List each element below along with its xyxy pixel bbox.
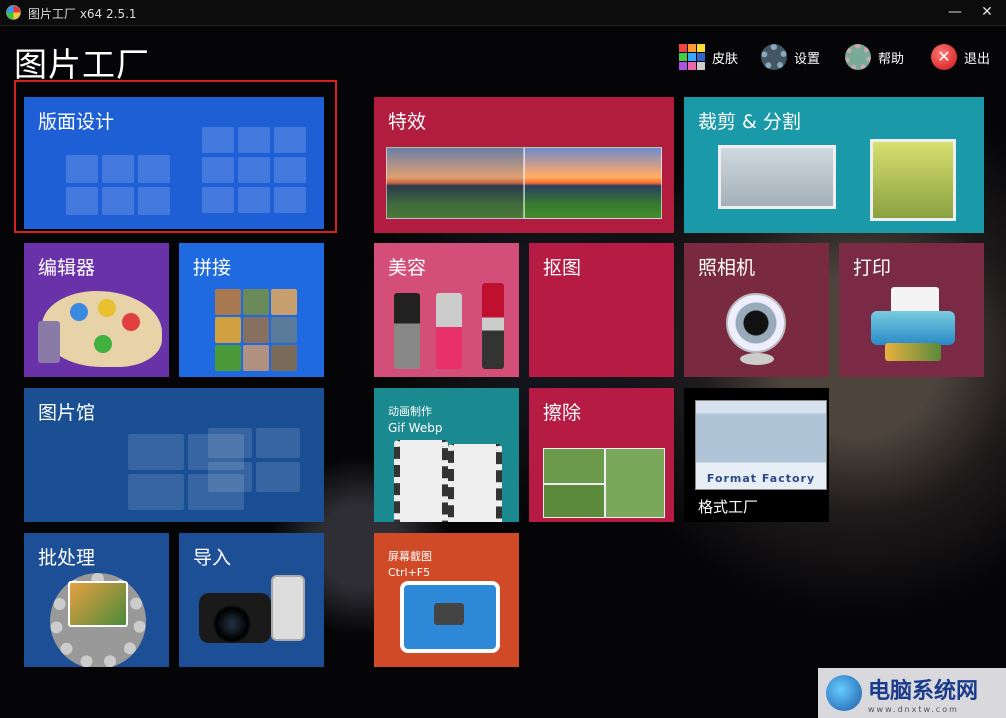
- tile-animation-label: 动画制作 Gif Webp: [388, 404, 442, 436]
- gear-icon: [760, 43, 788, 71]
- watermark: 电脑系统网 www.dnxtw.com: [818, 668, 1006, 718]
- tile-crop-split-label: 裁剪 & 分割: [698, 111, 801, 133]
- makeup-brush-icon: [394, 293, 420, 369]
- film-strip-left-icon: [394, 440, 448, 522]
- tile-animation-line1: 动画制作: [388, 405, 432, 418]
- deer-photo-1: [543, 448, 605, 484]
- tile-print-label: 打印: [853, 257, 892, 279]
- window-title: 图片工厂 x64 2.5.1: [28, 7, 137, 21]
- tile-erase-label: 擦除: [543, 402, 582, 424]
- lipstick-icon: [482, 283, 504, 369]
- tile-beauty-label: 美容: [388, 257, 427, 279]
- tile-effects[interactable]: 特效: [374, 97, 674, 233]
- gallery-ghost-right-icon: [208, 428, 300, 492]
- tile-gallery-label: 图片馆: [38, 402, 96, 424]
- settings-label: 设置: [794, 51, 821, 67]
- tile-gallery[interactable]: 图片馆: [24, 388, 324, 522]
- printer-icon: [871, 311, 955, 345]
- brush-cup-icon: [38, 321, 60, 363]
- tile-import[interactable]: 导入: [179, 533, 324, 667]
- tile-erase[interactable]: 擦除: [529, 388, 674, 522]
- tile-batch[interactable]: 批处理: [24, 533, 169, 667]
- watermark-logo-icon: [826, 675, 862, 711]
- nail-polish-icon: [436, 293, 462, 369]
- tile-cutout[interactable]: 抠图: [529, 243, 674, 377]
- tile-cutout-label: 抠图: [543, 257, 582, 279]
- tile-stitch-label: 拼接: [193, 257, 232, 279]
- watermark-url: www.dnxtw.com: [868, 704, 959, 714]
- exit-icon: ✕: [930, 43, 958, 71]
- exit-label: 退出: [964, 51, 991, 67]
- tile-screenshot-line1: 屏幕截图: [388, 550, 432, 563]
- printed-photo-icon: [885, 343, 941, 361]
- tile-camera-label: 照相机: [698, 257, 756, 279]
- tile-format-factory[interactable]: Format Factory 格式工厂: [684, 388, 829, 522]
- webcam-icon: [726, 293, 786, 353]
- tile-print[interactable]: 打印: [839, 243, 984, 377]
- tile-stitch[interactable]: 拼接: [179, 243, 324, 377]
- batch-photos-icon: [68, 581, 128, 627]
- film-strip-right-icon: [448, 444, 502, 522]
- animal-mosaic-icon: [215, 289, 297, 371]
- help-button[interactable]: 帮助: [844, 42, 904, 72]
- help-icon: [844, 43, 872, 71]
- tile-editor[interactable]: 编辑器: [24, 243, 169, 377]
- deer-photo-3: [605, 448, 665, 518]
- effects-after-image: [524, 147, 662, 219]
- tile-camera[interactable]: 照相机: [684, 243, 829, 377]
- title-bar: 图片工厂 x64 2.5.1 — ✕: [0, 0, 1006, 26]
- tile-crop-split[interactable]: 裁剪 & 分割: [684, 97, 984, 233]
- screen-capture-icon: [400, 581, 500, 653]
- paint-dot-blue: [70, 303, 88, 321]
- effects-before-image: [386, 147, 524, 219]
- format-factory-caption: Format Factory: [706, 472, 816, 485]
- watermark-name: 电脑系统网: [868, 677, 979, 704]
- skin-icon: [678, 43, 706, 71]
- format-factory-screenshot: Format Factory: [695, 400, 827, 490]
- tile-animation[interactable]: 动画制作 Gif Webp: [374, 388, 519, 522]
- selection-frame: [14, 80, 337, 233]
- capture-camera-icon: [434, 603, 464, 625]
- app-title: 图片工厂: [14, 45, 150, 84]
- tile-screenshot[interactable]: 屏幕截图 Ctrl+F5: [374, 533, 519, 667]
- paint-dot-red: [122, 313, 140, 331]
- skin-button[interactable]: 皮肤: [678, 42, 738, 72]
- deer-photo-2: [543, 484, 605, 518]
- tile-effects-label: 特效: [388, 111, 427, 133]
- paint-dot-green: [94, 335, 112, 353]
- exit-button[interactable]: ✕ 退出: [930, 42, 990, 72]
- tile-batch-label: 批处理: [38, 547, 96, 569]
- tile-screenshot-line2: Ctrl+F5: [388, 566, 431, 579]
- grid-portrait-image: [870, 139, 956, 221]
- tile-animation-line2: Gif Webp: [388, 421, 443, 435]
- settings-button[interactable]: 设置: [760, 42, 820, 72]
- tile-editor-label: 编辑器: [38, 257, 96, 279]
- tile-import-label: 导入: [193, 547, 232, 569]
- smartphone-icon: [271, 575, 305, 641]
- tile-beauty[interactable]: 美容: [374, 243, 519, 377]
- help-label: 帮助: [878, 51, 905, 67]
- app-logo-icon: [6, 5, 21, 20]
- tile-format-factory-label: 格式工厂: [698, 498, 759, 516]
- camera-lens-icon: [213, 605, 251, 643]
- skin-label: 皮肤: [712, 51, 739, 67]
- tile-screenshot-label: 屏幕截图 Ctrl+F5: [388, 549, 432, 581]
- close-button[interactable]: ✕: [976, 2, 998, 22]
- webcam-stand-icon: [740, 353, 774, 365]
- minimize-button[interactable]: —: [944, 2, 966, 22]
- paint-dot-yellow: [98, 299, 116, 317]
- puppies-image: [718, 145, 836, 209]
